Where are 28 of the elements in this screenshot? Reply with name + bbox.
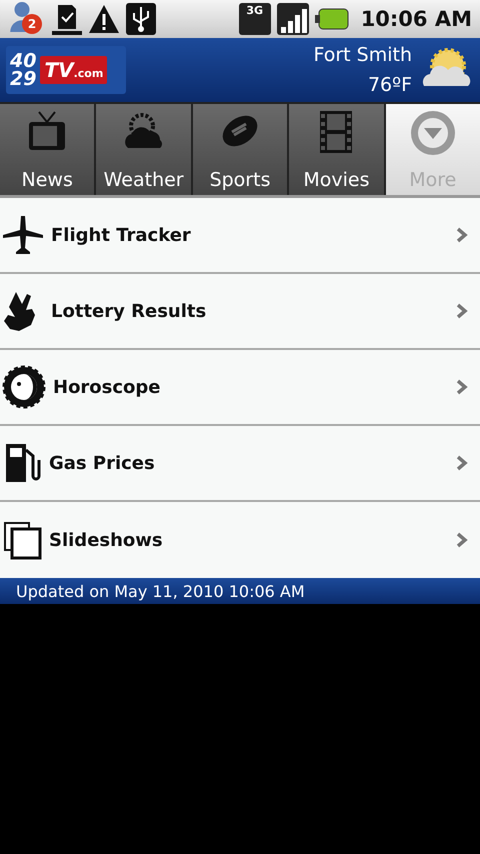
usb-icon [126,3,156,35]
network-icon: 3G [238,3,271,35]
menu-item[interactable]: Horoscope [0,350,480,426]
chevron-icon [456,227,468,243]
chevron-icon [456,379,468,395]
menu-item[interactable]: Gas Prices [0,426,480,502]
signal-icon [276,3,309,35]
airplane-icon [2,214,44,256]
warning-icon [88,4,120,34]
city-name: Fort Smith [313,43,412,68]
download-done-icon [52,3,82,35]
temperature: 76ºF [368,73,412,98]
menu-item[interactable]: Flight Tracker [0,198,480,274]
film-icon [319,110,354,154]
menu-item[interactable]: Slideshows [0,502,480,578]
tab[interactable]: Sports [192,104,288,195]
tab[interactable]: Weather [96,104,191,195]
chevron-icon [456,303,468,319]
menu-item[interactable]: Lottery Results [0,274,480,350]
battery-icon [314,8,349,30]
tab[interactable]: Movies [289,104,384,195]
updated-time: Updated on May 11, 2010 10:06 AM [0,578,480,604]
notification-badge: 2 [22,14,42,34]
tab[interactable]: News [0,104,94,195]
chevron-icon [456,532,468,548]
tv-icon [27,110,68,152]
clock: 10:06 AM [360,7,472,31]
chevron-icon [456,455,468,471]
